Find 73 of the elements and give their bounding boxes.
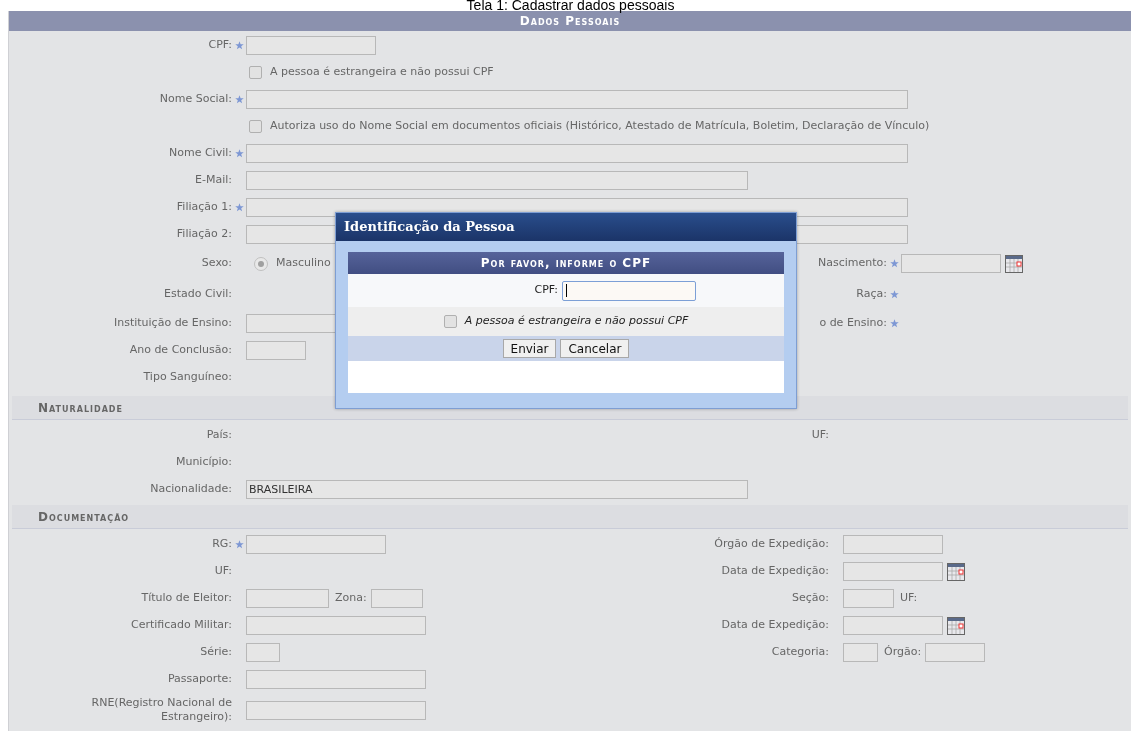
field-label: Nacionalidade: xyxy=(150,481,232,498)
field-label: Tipo Sanguíneo: xyxy=(143,369,232,386)
radio-button[interactable] xyxy=(254,256,268,271)
dialog-button[interactable]: Cancelar xyxy=(560,339,630,358)
field-label: Certificado Militar: xyxy=(131,617,232,634)
field-label: RNE(Registro Nacional de Estrangeiro): xyxy=(90,696,232,724)
text-field[interactable] xyxy=(925,643,986,662)
text-field[interactable] xyxy=(246,589,329,608)
text-field[interactable] xyxy=(246,700,426,720)
field-label: RG: xyxy=(212,536,232,553)
page-caption: Tela 1: Cadastrar dados pessoais xyxy=(465,0,676,11)
cpf-label: CPF: xyxy=(534,282,558,299)
field-label: País: xyxy=(206,427,232,444)
text-field[interactable] xyxy=(370,589,423,608)
cpf-field[interactable] xyxy=(562,280,696,301)
text-field[interactable] xyxy=(843,589,894,608)
text-field[interactable] xyxy=(246,90,908,109)
field-label: Categoria: xyxy=(771,644,829,661)
field-label: Raça: xyxy=(856,286,887,303)
checkbox[interactable] xyxy=(249,120,262,133)
checkbox-label: A pessoa é estrangeira e não possui CPF xyxy=(270,64,494,81)
field-label: Filiação 2: xyxy=(176,226,232,243)
date-field[interactable] xyxy=(843,562,943,581)
radio-label: Masculino xyxy=(276,255,331,272)
field-label: o de Ensino: xyxy=(819,315,887,332)
field-label: Sexo: xyxy=(201,255,232,272)
field-label: Nascimento: xyxy=(818,255,887,272)
text-field[interactable]: BRASILEIRA xyxy=(246,480,748,499)
field-label: Ano de Conclusão: xyxy=(129,342,232,359)
text-field[interactable] xyxy=(246,643,280,662)
checkbox-label: A pessoa é estrangeira e não possui CPF xyxy=(464,313,689,330)
text-field[interactable] xyxy=(246,670,426,689)
section-header: Documentação xyxy=(12,505,1128,529)
field-label: Município: xyxy=(175,454,232,471)
date-field[interactable] xyxy=(843,616,943,635)
dialog-button[interactable]: Enviar xyxy=(502,339,557,358)
date-field[interactable] xyxy=(901,254,1001,273)
field-label: Série: xyxy=(200,644,232,661)
field-label: Nome Social: xyxy=(159,91,232,108)
field-label: CPF: xyxy=(208,37,232,54)
checkbox[interactable] xyxy=(443,315,457,328)
text-field[interactable] xyxy=(246,36,376,55)
field-label: Seção: xyxy=(792,590,829,607)
field-label: Zona: xyxy=(335,590,367,607)
field-label: Data de Expedição: xyxy=(721,617,829,634)
text-field[interactable] xyxy=(246,616,426,635)
field-label: E-Mail: xyxy=(195,172,232,189)
field-label: Data de Expedição: xyxy=(721,563,829,580)
field-label: UF: xyxy=(900,590,918,607)
field-label: UF: xyxy=(811,427,829,444)
field-label: Instituição de Ensino: xyxy=(113,315,232,332)
text-field[interactable] xyxy=(843,643,878,662)
text-field[interactable] xyxy=(246,171,748,190)
text-field[interactable] xyxy=(246,341,306,360)
dialog-title: Identificação da Pessoa xyxy=(336,213,796,241)
calendar-icon[interactable] xyxy=(1005,254,1023,273)
field-label: Órgão: xyxy=(884,644,922,661)
text-field[interactable] xyxy=(246,535,386,554)
field-label: Estado Civil: xyxy=(164,286,232,303)
field-label: Nome Civil: xyxy=(169,145,232,162)
dialog-heading: Por favor, informe o CPF xyxy=(348,252,784,274)
section-header: Dados Pessoais xyxy=(9,11,1131,31)
field-label: Filiação 1: xyxy=(176,199,232,216)
calendar-icon[interactable] xyxy=(947,616,965,635)
checkbox[interactable] xyxy=(249,66,262,79)
field-label: Órgão de Expedição: xyxy=(714,536,829,553)
text-field[interactable] xyxy=(843,535,943,554)
field-label: UF: xyxy=(214,563,232,580)
checkbox-label: Autoriza uso do Nome Social em documentos oficiais (Histórico, Atestado de Matrícula, Boletim, Declaração de Vínculo) xyxy=(270,118,930,135)
calendar-icon[interactable] xyxy=(947,562,965,581)
text-field[interactable] xyxy=(246,144,908,163)
field-label: Passaporte: xyxy=(167,671,232,688)
field-label: Título de Eleitor: xyxy=(141,590,232,607)
